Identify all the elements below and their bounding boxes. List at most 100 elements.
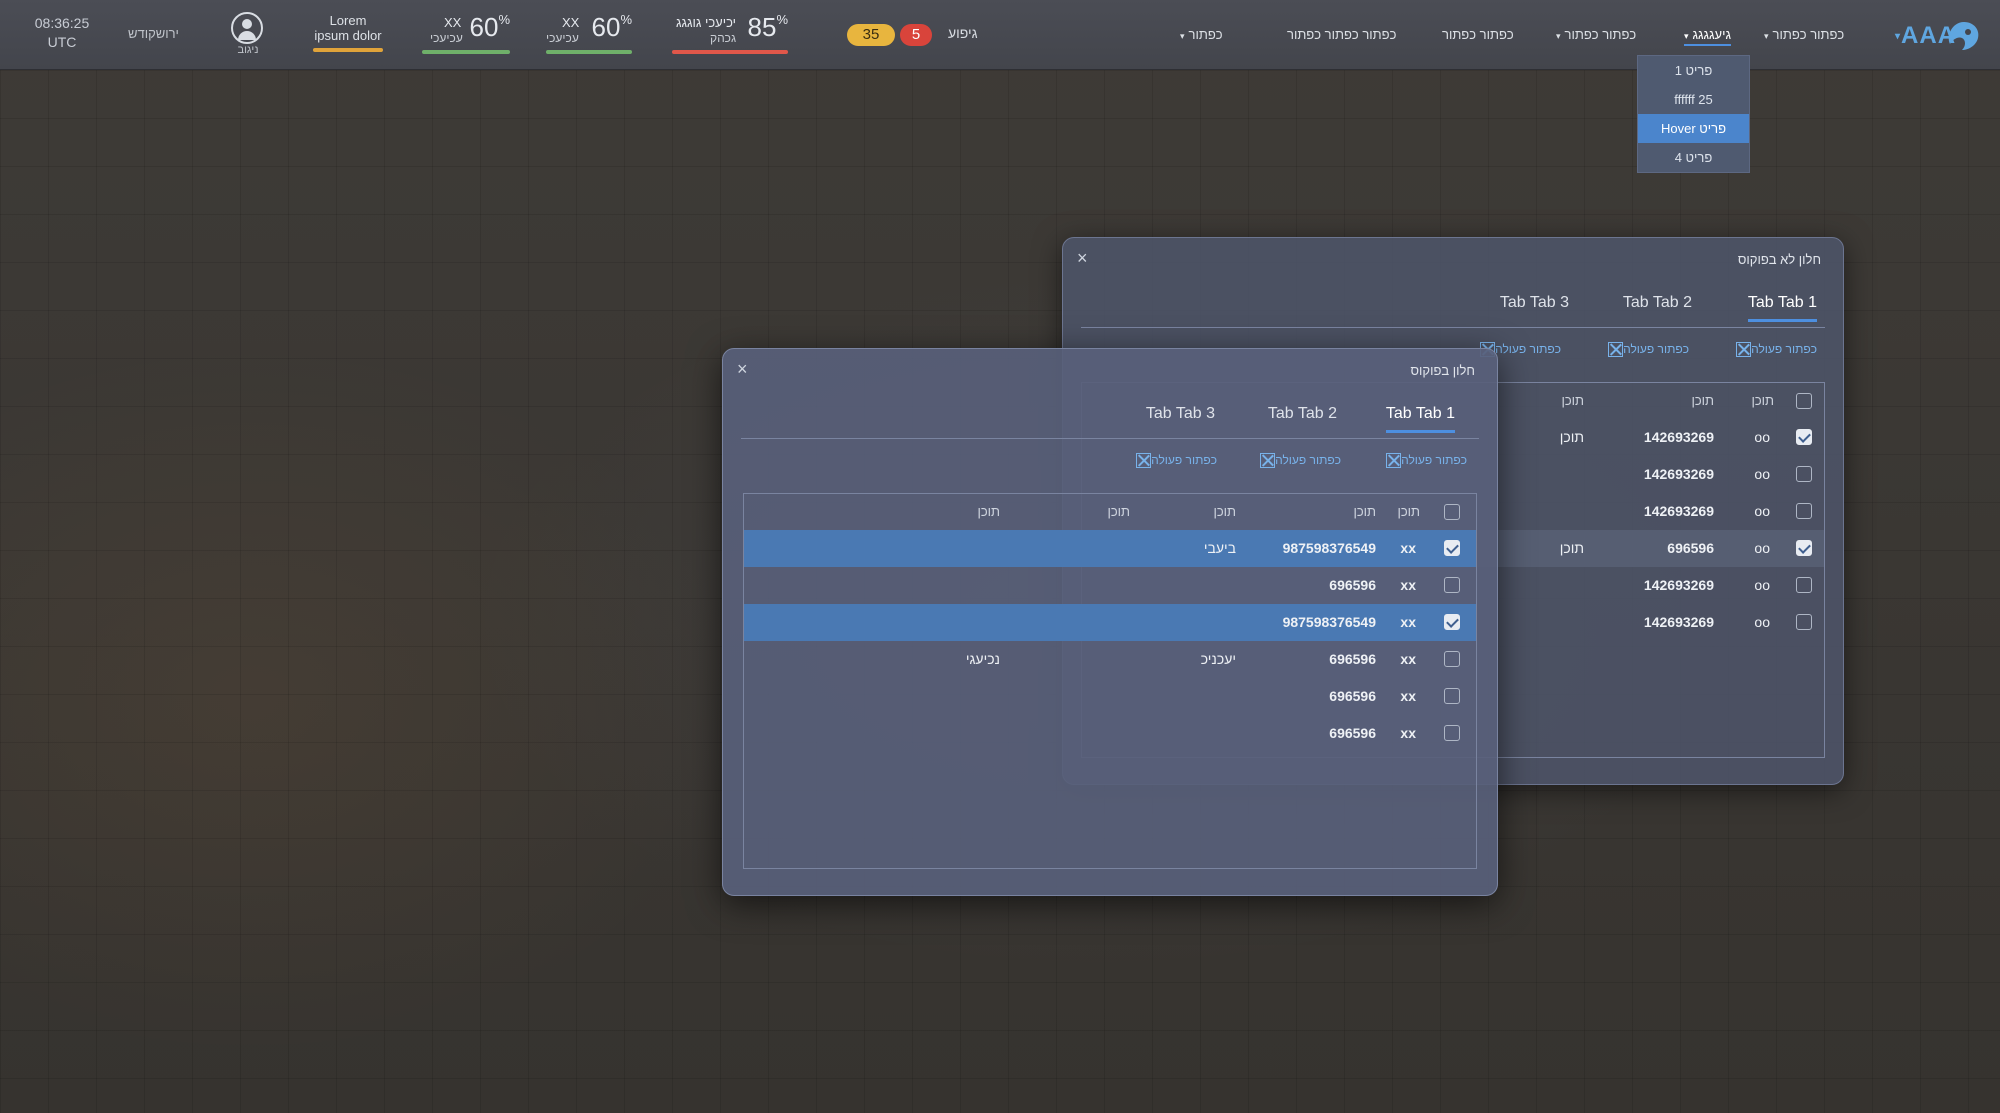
stat-1-line2: עכיעכי bbox=[430, 31, 463, 45]
column-header[interactable]: תוכן bbox=[1751, 393, 1774, 408]
tab-2[interactable]: Tab Tab 2 bbox=[1623, 294, 1692, 312]
table-row[interactable]: xx 696596 יעכניכ נכיעגי bbox=[744, 641, 1476, 678]
cell-id: 696596 bbox=[1329, 651, 1376, 667]
alert-count-badge[interactable]: 5 bbox=[900, 24, 932, 46]
x-box-icon bbox=[1736, 342, 1752, 358]
window-title: חלון בפוקוס bbox=[1410, 363, 1475, 378]
x-box-icon bbox=[1386, 453, 1402, 469]
nav-item-5-active[interactable]: ▾ גיעגגגג bbox=[1684, 27, 1731, 46]
tab-3[interactable]: Tab Tab 3 bbox=[1500, 294, 1569, 312]
action-button-2[interactable]: כפתור פעולה bbox=[1255, 453, 1341, 469]
avatar-label: ניגוב bbox=[237, 44, 259, 56]
row-checkbox[interactable] bbox=[1444, 651, 1460, 667]
window-title: חלון לא בפוקוס bbox=[1737, 252, 1821, 267]
nav-item-6[interactable]: ▾ כפתור כפתור bbox=[1764, 27, 1844, 42]
stat-2-line1: XX bbox=[562, 15, 580, 30]
stat-3-value: 85% bbox=[748, 12, 788, 43]
window-focused[interactable]: חלון בפוקוס × Tab Tab 1 Tab Tab 2 Tab Ta… bbox=[722, 348, 1498, 896]
stat-3: יכיעכי גוגגג גכהק 85% bbox=[672, 12, 788, 54]
stat-1-value: 60% bbox=[470, 12, 510, 43]
column-header[interactable]: תוכן bbox=[1353, 504, 1376, 519]
close-icon[interactable]: × bbox=[737, 359, 748, 380]
row-checkbox[interactable] bbox=[1796, 429, 1812, 445]
column-header[interactable]: תוכן bbox=[977, 504, 1000, 519]
action-button-3[interactable]: כפתור פעולה bbox=[1131, 453, 1217, 469]
row-checkbox[interactable] bbox=[1444, 540, 1460, 556]
nav-item-2[interactable]: כפתור כפתור כפתור bbox=[1287, 27, 1396, 42]
clock: 08:36:25 UTC bbox=[30, 14, 94, 52]
data-table: תוכן תוכן תוכן תוכן תוכן xx 987598376549… bbox=[743, 493, 1477, 869]
row-checkbox[interactable] bbox=[1796, 577, 1812, 593]
tab-1[interactable]: Tab Tab 1 bbox=[1385, 405, 1455, 433]
table-row[interactable]: xx 696596 bbox=[744, 678, 1476, 715]
row-checkbox[interactable] bbox=[1444, 688, 1460, 704]
stat-3-line1: יכיעכי גוגגג bbox=[676, 15, 737, 30]
row-checkbox[interactable] bbox=[1444, 577, 1460, 593]
stat-1-number: 60 bbox=[469, 12, 499, 42]
nav-item-3[interactable]: כפתור כפתור bbox=[1442, 27, 1514, 42]
action-button-1-label: כפתור פעולה bbox=[1751, 342, 1817, 356]
select-all-checkbox[interactable] bbox=[1444, 504, 1460, 520]
row-checkbox[interactable] bbox=[1444, 725, 1460, 741]
tab-1[interactable]: Tab Tab 1 bbox=[1747, 294, 1817, 322]
cell-code: xx bbox=[1400, 577, 1416, 593]
cell-id: 142693269 bbox=[1643, 503, 1714, 519]
warning-count-badge[interactable]: 35 bbox=[847, 24, 895, 46]
table-row[interactable]: xx 696596 bbox=[744, 715, 1476, 752]
row-checkbox[interactable] bbox=[1796, 614, 1812, 630]
nav-item-6-label: כפתור כפתור bbox=[1772, 27, 1845, 42]
action-button-2[interactable]: כפתור פעולה bbox=[1603, 342, 1689, 358]
status-lorem-bar bbox=[313, 48, 383, 52]
close-icon[interactable]: × bbox=[1077, 248, 1088, 269]
stat-3-unit: % bbox=[776, 12, 788, 27]
user-name: ירושקודש bbox=[128, 26, 179, 41]
action-button-3-label: כפתור פעולה bbox=[1495, 342, 1561, 356]
row-checkbox[interactable] bbox=[1796, 466, 1812, 482]
tab-3[interactable]: Tab Tab 3 bbox=[1146, 405, 1215, 423]
tab-bar: Tab Tab 1 Tab Tab 2 Tab Tab 3 bbox=[741, 401, 1479, 439]
status-lorem-line2: ipsum dolor bbox=[314, 28, 382, 43]
notifications-label[interactable]: גיפוע bbox=[948, 25, 978, 41]
row-checkbox[interactable] bbox=[1796, 540, 1812, 556]
action-button-1[interactable]: כפתור פעולה bbox=[1731, 342, 1817, 358]
cell-id: 142693269 bbox=[1643, 429, 1714, 445]
action-button-1[interactable]: כפתור פעולה bbox=[1381, 453, 1467, 469]
column-header[interactable]: תוכן bbox=[1561, 393, 1584, 408]
nav-item-3-label: כפתור כפתור bbox=[1442, 27, 1514, 42]
cell-code: oo bbox=[1754, 614, 1770, 630]
stat-2-line2: עכיעכי bbox=[546, 31, 579, 45]
avatar-head bbox=[242, 19, 252, 29]
avatar-body bbox=[238, 31, 256, 40]
dropdown-item-4[interactable]: פריט 4 bbox=[1638, 143, 1749, 172]
select-all-checkbox[interactable] bbox=[1796, 393, 1812, 409]
stat-3-line2: גכהק bbox=[710, 31, 737, 45]
row-checkbox[interactable] bbox=[1444, 614, 1460, 630]
table-row-selected[interactable]: xx 987598376549 ביעבי bbox=[744, 530, 1476, 567]
column-header[interactable]: תוכן bbox=[1107, 504, 1130, 519]
dropdown-item-hover[interactable]: Hover פריט bbox=[1638, 114, 1749, 143]
nav-item-4[interactable]: ▾ כפתור כפתור bbox=[1556, 27, 1636, 42]
cell-id: 987598376549 bbox=[1282, 614, 1376, 630]
dropdown-item-1[interactable]: פריט 1 bbox=[1638, 56, 1749, 85]
x-box-icon bbox=[1608, 342, 1624, 358]
tab-2[interactable]: Tab Tab 2 bbox=[1268, 405, 1337, 423]
nav-item-1[interactable]: ▾ כפתור bbox=[1180, 27, 1223, 42]
table-row[interactable]: xx 696596 bbox=[744, 567, 1476, 604]
column-header[interactable]: תוכן bbox=[1397, 504, 1420, 519]
cell-code: xx bbox=[1400, 614, 1416, 630]
avatar-icon[interactable] bbox=[231, 12, 263, 44]
status-lorem-line1: Lorem bbox=[329, 13, 367, 28]
dropdown-item-2[interactable]: ffffff 25 bbox=[1638, 85, 1749, 114]
row-checkbox[interactable] bbox=[1796, 503, 1812, 519]
cell-code: oo bbox=[1754, 577, 1770, 593]
column-header[interactable]: תוכן bbox=[1213, 504, 1236, 519]
cell-content: יעכניכ bbox=[1200, 651, 1236, 667]
column-header[interactable]: תוכן bbox=[1691, 393, 1714, 408]
tab-bar: Tab Tab 1 Tab Tab 2 Tab Tab 3 bbox=[1081, 290, 1825, 328]
cell-id: 696596 bbox=[1329, 688, 1376, 704]
cell-id: 696596 bbox=[1329, 577, 1376, 593]
stat-1-unit: % bbox=[498, 12, 510, 27]
chevron-down-icon: ▾ bbox=[1684, 31, 1689, 41]
cell-content: ביעבי bbox=[1203, 540, 1236, 556]
table-row-selected[interactable]: xx 987598376549 bbox=[744, 604, 1476, 641]
